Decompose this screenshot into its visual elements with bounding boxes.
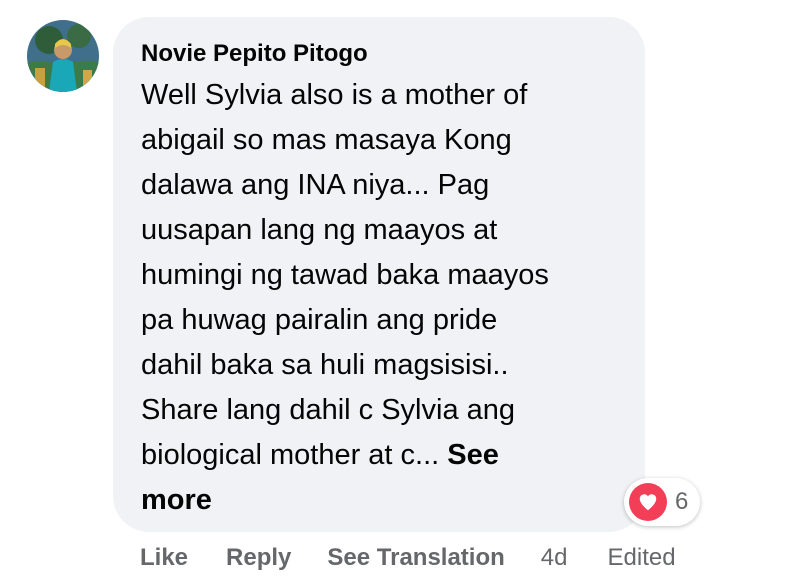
comment-line: dalawa ang INA niya... Pag [141,169,490,201]
comment-line-last: biological mother at c... See [141,433,625,478]
see-more-continuation: more [141,478,625,523]
comment-author[interactable]: Novie Pepito Pitogo [141,39,625,69]
comment-line: Well Sylvia also is a mother of [141,79,528,111]
reply-button[interactable]: Reply [226,544,291,572]
avatar-image [27,20,99,92]
reaction-summary[interactable]: 6 [624,478,701,526]
avatar[interactable] [27,20,99,92]
comment-line: pa huwag pairalin ang pride [141,304,498,336]
comment-bubble: Novie Pepito Pitogo Well Sylvia also is … [113,17,645,532]
comment-line: humingi ng tawad baka maayos [141,259,549,291]
heart-icon [629,483,667,521]
like-button[interactable]: Like [140,544,188,572]
comment-line: abigail so mas masaya Kong [141,124,512,156]
comment: Novie Pepito Pitogo Well Sylvia also is … [0,0,800,584]
edited-label[interactable]: Edited [608,544,676,572]
comment-line: uusapan lang ng maayos at [141,214,498,246]
comment-body: Well Sylvia also is a mother of abigail … [141,73,625,523]
comment-actions: Like Reply See Translation 4d Edited [140,538,676,578]
comment-line: Share lang dahil c Sylvia ang [141,394,516,426]
see-translation-button[interactable]: See Translation [327,544,504,572]
comment-line: biological mother at c... [141,439,440,471]
comment-timestamp[interactable]: 4d [541,544,568,572]
see-more-link-cont[interactable]: more [141,484,212,516]
see-more-link[interactable]: See [447,439,499,471]
comment-line: dahil baka sa huli magsisisi.. [141,349,509,381]
reaction-count: 6 [675,488,689,515]
